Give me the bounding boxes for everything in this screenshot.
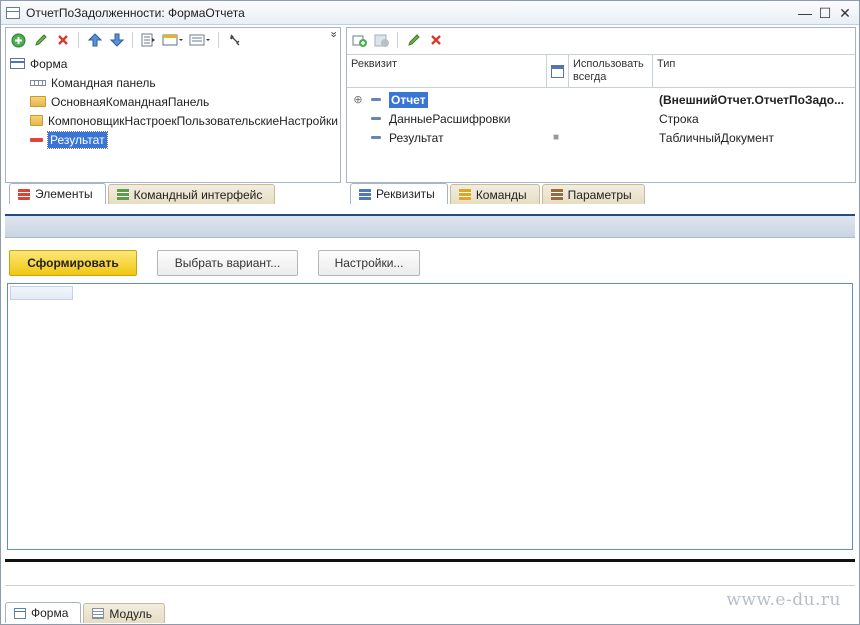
tree-item-label: ОсновнаяКоманднаяПанель: [51, 94, 210, 109]
command-panel-icon: [30, 80, 46, 86]
tab-label: Реквизиты: [376, 187, 435, 201]
elements-tree: Форма Командная панель ОсновнаяКомандная…: [10, 54, 338, 149]
tab-label: Форма: [31, 606, 69, 620]
always-use-checkbox[interactable]: ■: [547, 132, 653, 143]
attribute-type: Строка: [659, 111, 699, 126]
preview-bottom-border: [5, 559, 855, 562]
attribute-name: ДанныеРасшифровки: [389, 111, 511, 126]
tab-order-icon[interactable]: [139, 31, 158, 50]
tab-label: Модуль: [109, 606, 152, 621]
folder-icon: [30, 96, 46, 107]
window-title: ОтчетПоЗадолженности: ФормаОтчета: [26, 5, 245, 20]
choose-variant-button[interactable]: Выбрать вариант...: [157, 250, 298, 276]
form-icon: [14, 607, 26, 619]
tree-item-label: Командная панель: [51, 75, 156, 90]
delete-x-icon[interactable]: [426, 31, 445, 50]
elements-panel: » Форма Командная панель ОсновнаяКомандн…: [5, 27, 341, 183]
tab-parameters[interactable]: Параметры: [541, 184, 645, 204]
table-icon: [551, 64, 564, 78]
layout-icon[interactable]: [188, 31, 212, 50]
elements-toolbar: »: [6, 28, 340, 52]
title-bar: ОтчетПоЗадолженности: ФормаОтчета — ☐ ✕: [1, 1, 859, 25]
column-header-always-icon-cell: [547, 55, 569, 87]
toolbar-separator: [132, 32, 133, 48]
tree-item-command-panel[interactable]: Командная панель: [10, 73, 338, 92]
attribute-name: Результат: [389, 130, 444, 145]
attributes-tabbar: Реквизиты Команды Параметры: [346, 182, 856, 204]
table-row[interactable]: ⊕ Результат ■ ТабличныйДокумент: [347, 128, 855, 147]
attribute-type: ТабличныйДокумент: [659, 130, 774, 145]
tree-item-label: Результат: [47, 130, 108, 149]
tab-module[interactable]: Модуль: [83, 603, 165, 623]
attribute-name: Отчет: [389, 91, 428, 108]
tab-commands[interactable]: Команды: [449, 184, 540, 204]
column-header-always-use[interactable]: Использовать всегда: [569, 55, 653, 87]
column-header-name[interactable]: Реквизит: [347, 55, 547, 87]
toolbar-separator: [218, 32, 219, 48]
tab-attributes[interactable]: Реквизиты: [350, 183, 448, 204]
folder-icon: [30, 115, 43, 126]
table-row[interactable]: ⊕ ДанныеРасшифровки Строка: [347, 109, 855, 128]
form-preview-header: [5, 214, 855, 238]
maximize-button[interactable]: ☐: [817, 5, 833, 21]
form-icon: [10, 58, 25, 69]
arrow-up-icon[interactable]: [85, 31, 104, 50]
toolbar-separator: [397, 32, 398, 48]
toolbar-more-icon[interactable]: »: [327, 31, 339, 37]
settings-button[interactable]: Настройки...: [318, 250, 420, 276]
spreadsheet-cell[interactable]: [10, 286, 73, 300]
result-icon: [30, 137, 43, 142]
tab-label: Команды: [475, 187, 527, 202]
column-header-type[interactable]: Тип: [653, 55, 855, 87]
command-interface-icon: [116, 189, 129, 200]
tab-label: Параметры: [567, 187, 632, 202]
watermark: www.e-du.ru: [726, 590, 841, 610]
attributes-toolbar: [347, 28, 855, 52]
attribute-icon: [371, 136, 381, 139]
attributes-grid-header: Реквизит Использовать всегда Тип: [347, 54, 855, 88]
form-module-tabbar: Форма Модуль: [5, 599, 165, 623]
delete-x-icon[interactable]: [53, 31, 72, 50]
tab-elements[interactable]: Элементы: [9, 183, 106, 204]
form-window-icon: [6, 6, 20, 19]
add-circle-icon[interactable]: [9, 31, 28, 50]
generate-button[interactable]: Сформировать: [9, 250, 137, 276]
refresh-icon[interactable]: [225, 31, 244, 50]
result-spreadsheet[interactable]: [7, 283, 853, 550]
tree-item-settings-composer[interactable]: КомпоновщикНастроекПользовательскиеНастр…: [10, 111, 338, 130]
parameters-icon: [550, 189, 563, 200]
arrow-down-icon[interactable]: [107, 31, 126, 50]
tree-item-label: КомпоновщикНастроекПользовательскиеНастр…: [47, 113, 338, 128]
expand-icon[interactable]: ⊕: [353, 93, 363, 106]
tab-form[interactable]: Форма: [5, 602, 82, 623]
pencil-icon[interactable]: [31, 31, 50, 50]
designer-window: ОтчетПоЗадолженности: ФормаОтчета — ☐ ✕: [0, 0, 860, 625]
attribute-icon: [371, 117, 381, 120]
attributes-panel: Реквизит Использовать всегда Тип ⊕ Отчет…: [346, 27, 856, 183]
add-attribute-icon[interactable]: [350, 31, 369, 50]
form-view-icon[interactable]: [161, 31, 185, 50]
attribute-type: (ВнешнийОтчет.ОтчетПоЗадо...: [659, 92, 845, 107]
elements-icon: [18, 188, 30, 200]
tree-item-form[interactable]: Форма: [10, 54, 338, 73]
add-column-icon[interactable]: [372, 31, 391, 50]
attribute-icon: [371, 98, 381, 101]
table-row[interactable]: ⊕ Отчет (ВнешнийОтчет.ОтчетПоЗадо...: [347, 90, 855, 109]
tree-item-label: Форма: [30, 56, 68, 71]
toolbar-separator: [78, 32, 79, 48]
tree-item-main-command-panel[interactable]: ОсновнаяКоманднаяПанель: [10, 92, 338, 111]
close-button[interactable]: ✕: [837, 5, 853, 21]
minimize-button[interactable]: —: [797, 5, 813, 21]
tab-label: Командный интерфейс: [133, 187, 263, 202]
pencil-icon[interactable]: [404, 31, 423, 50]
commands-icon: [458, 189, 471, 200]
tab-command-interface[interactable]: Командный интерфейс: [107, 184, 276, 204]
module-icon: [92, 608, 105, 619]
attributes-icon: [359, 188, 371, 200]
tree-item-result[interactable]: Результат: [10, 130, 338, 149]
attributes-grid-body: ⊕ Отчет (ВнешнийОтчет.ОтчетПоЗадо... ⊕ Д…: [347, 90, 855, 147]
tab-label: Элементы: [35, 187, 93, 201]
elements-tabbar: Элементы Командный интерфейс: [5, 182, 341, 204]
